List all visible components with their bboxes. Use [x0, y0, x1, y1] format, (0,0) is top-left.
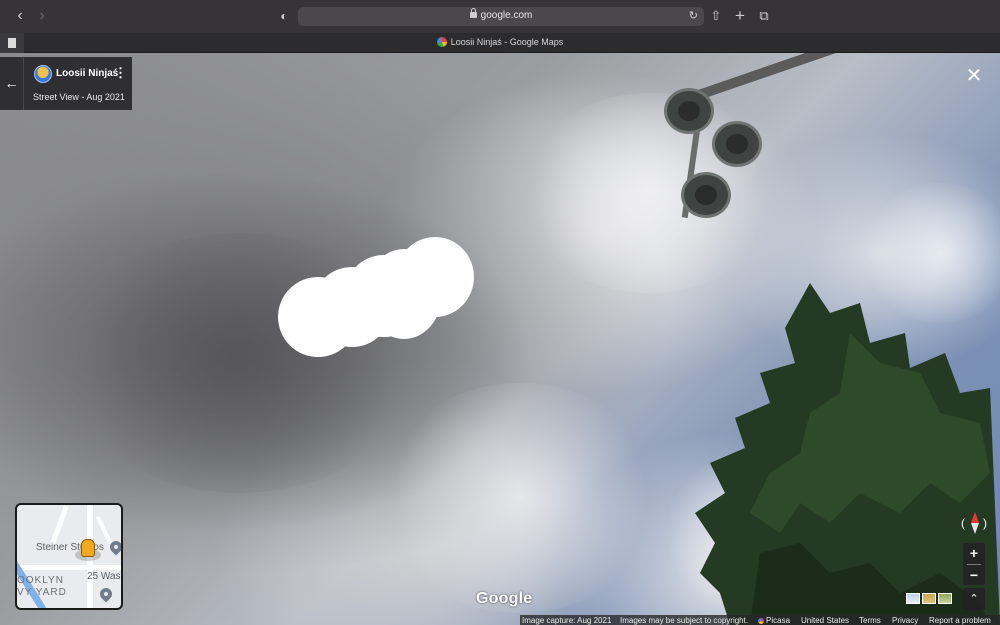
new-tab-icon[interactable]: + — [730, 6, 750, 26]
map-road — [50, 505, 69, 545]
tree — [695, 283, 1000, 625]
contributor-avatar[interactable] — [34, 65, 52, 83]
back-arrow-icon[interactable]: ← — [0, 57, 24, 110]
address-bar[interactable]: google.com ↻ — [298, 7, 704, 26]
copyright-notice: Images may be subject to copyright. — [620, 616, 749, 625]
street-view-date: Street View - Aug 2021 — [33, 92, 125, 102]
street-view-panorama[interactable] — [0, 53, 1000, 625]
picasa-icon — [758, 618, 764, 624]
tab-bar: Loosii Ninjaś - Google Maps — [0, 33, 1000, 53]
pegman-icon[interactable] — [81, 539, 95, 557]
map-road — [17, 565, 121, 570]
zoom-in-button[interactable]: + — [963, 543, 985, 563]
map-road — [95, 515, 113, 545]
lock-icon — [469, 8, 477, 18]
street-lamp — [712, 121, 762, 167]
close-icon[interactable]: ✕ — [964, 66, 984, 86]
light-pole-arm — [688, 53, 995, 103]
reload-icon[interactable]: ↻ — [689, 9, 698, 22]
report-problem-link[interactable]: Report a problem — [929, 616, 991, 625]
shield-icon[interactable]: ◐ — [274, 6, 294, 26]
map-label-address: 25 Was — [87, 571, 121, 582]
privacy-link[interactable]: Privacy — [892, 616, 918, 625]
zoom-controls: + − — [963, 543, 985, 585]
tab-title: Loosii Ninjaś - Google Maps — [450, 37, 564, 47]
street-lamp — [681, 172, 731, 218]
map-label-district-2: VY YARD — [17, 587, 67, 598]
browser-toolbar: ‹ › ◐ google.com ↻ ⇧ + ⧉ — [0, 0, 1000, 33]
thumbnail[interactable] — [906, 593, 920, 604]
terms-link[interactable]: Terms — [859, 616, 881, 625]
image-capture-date: Image capture: Aug 2021 — [522, 616, 612, 625]
minimap[interactable]: Steiner Studios 25 Was OOKLYN VY YARD — [15, 503, 123, 610]
share-icon[interactable]: ⇧ — [706, 6, 726, 26]
tabs-overview-icon[interactable]: ⧉ — [754, 6, 774, 26]
attribution-footer: Image capture: Aug 2021 Images may be su… — [520, 615, 1000, 625]
more-options-icon[interactable]: ⋮ — [114, 66, 127, 79]
back-icon[interactable]: ‹ — [10, 6, 30, 26]
map-pin-icon[interactable] — [97, 585, 115, 603]
thumbnail[interactable] — [922, 593, 936, 604]
tab-active[interactable]: Loosii Ninjaś - Google Maps — [0, 37, 1000, 47]
photo-thumbnails[interactable] — [906, 592, 954, 606]
contributor-name[interactable]: Loosii Ninjaś — [56, 68, 118, 79]
address-text: google.com — [480, 10, 533, 21]
forward-icon[interactable]: › — [32, 6, 52, 26]
rotate-left-icon[interactable]: ( — [961, 516, 965, 530]
zoom-out-button[interactable]: − — [963, 565, 985, 585]
blur-patch — [396, 237, 474, 317]
compass-icon[interactable]: ( ) — [961, 512, 987, 536]
picasa-link[interactable]: Picasa — [766, 616, 790, 625]
cloud — [380, 383, 660, 613]
google-favicon — [436, 37, 447, 47]
expand-icon[interactable]: ⌃ — [963, 588, 985, 610]
thumbnail[interactable] — [938, 593, 952, 604]
map-label-district-1: OOKLYN — [17, 575, 64, 586]
google-logo: Google — [476, 590, 533, 607]
country-link[interactable]: United States — [801, 616, 849, 625]
street-view-info-card: ← Loosii Ninjaś ⋮ Street View - Aug 2021 — [0, 57, 132, 110]
rotate-right-icon[interactable]: ) — [983, 516, 987, 530]
street-lamp — [664, 88, 714, 134]
